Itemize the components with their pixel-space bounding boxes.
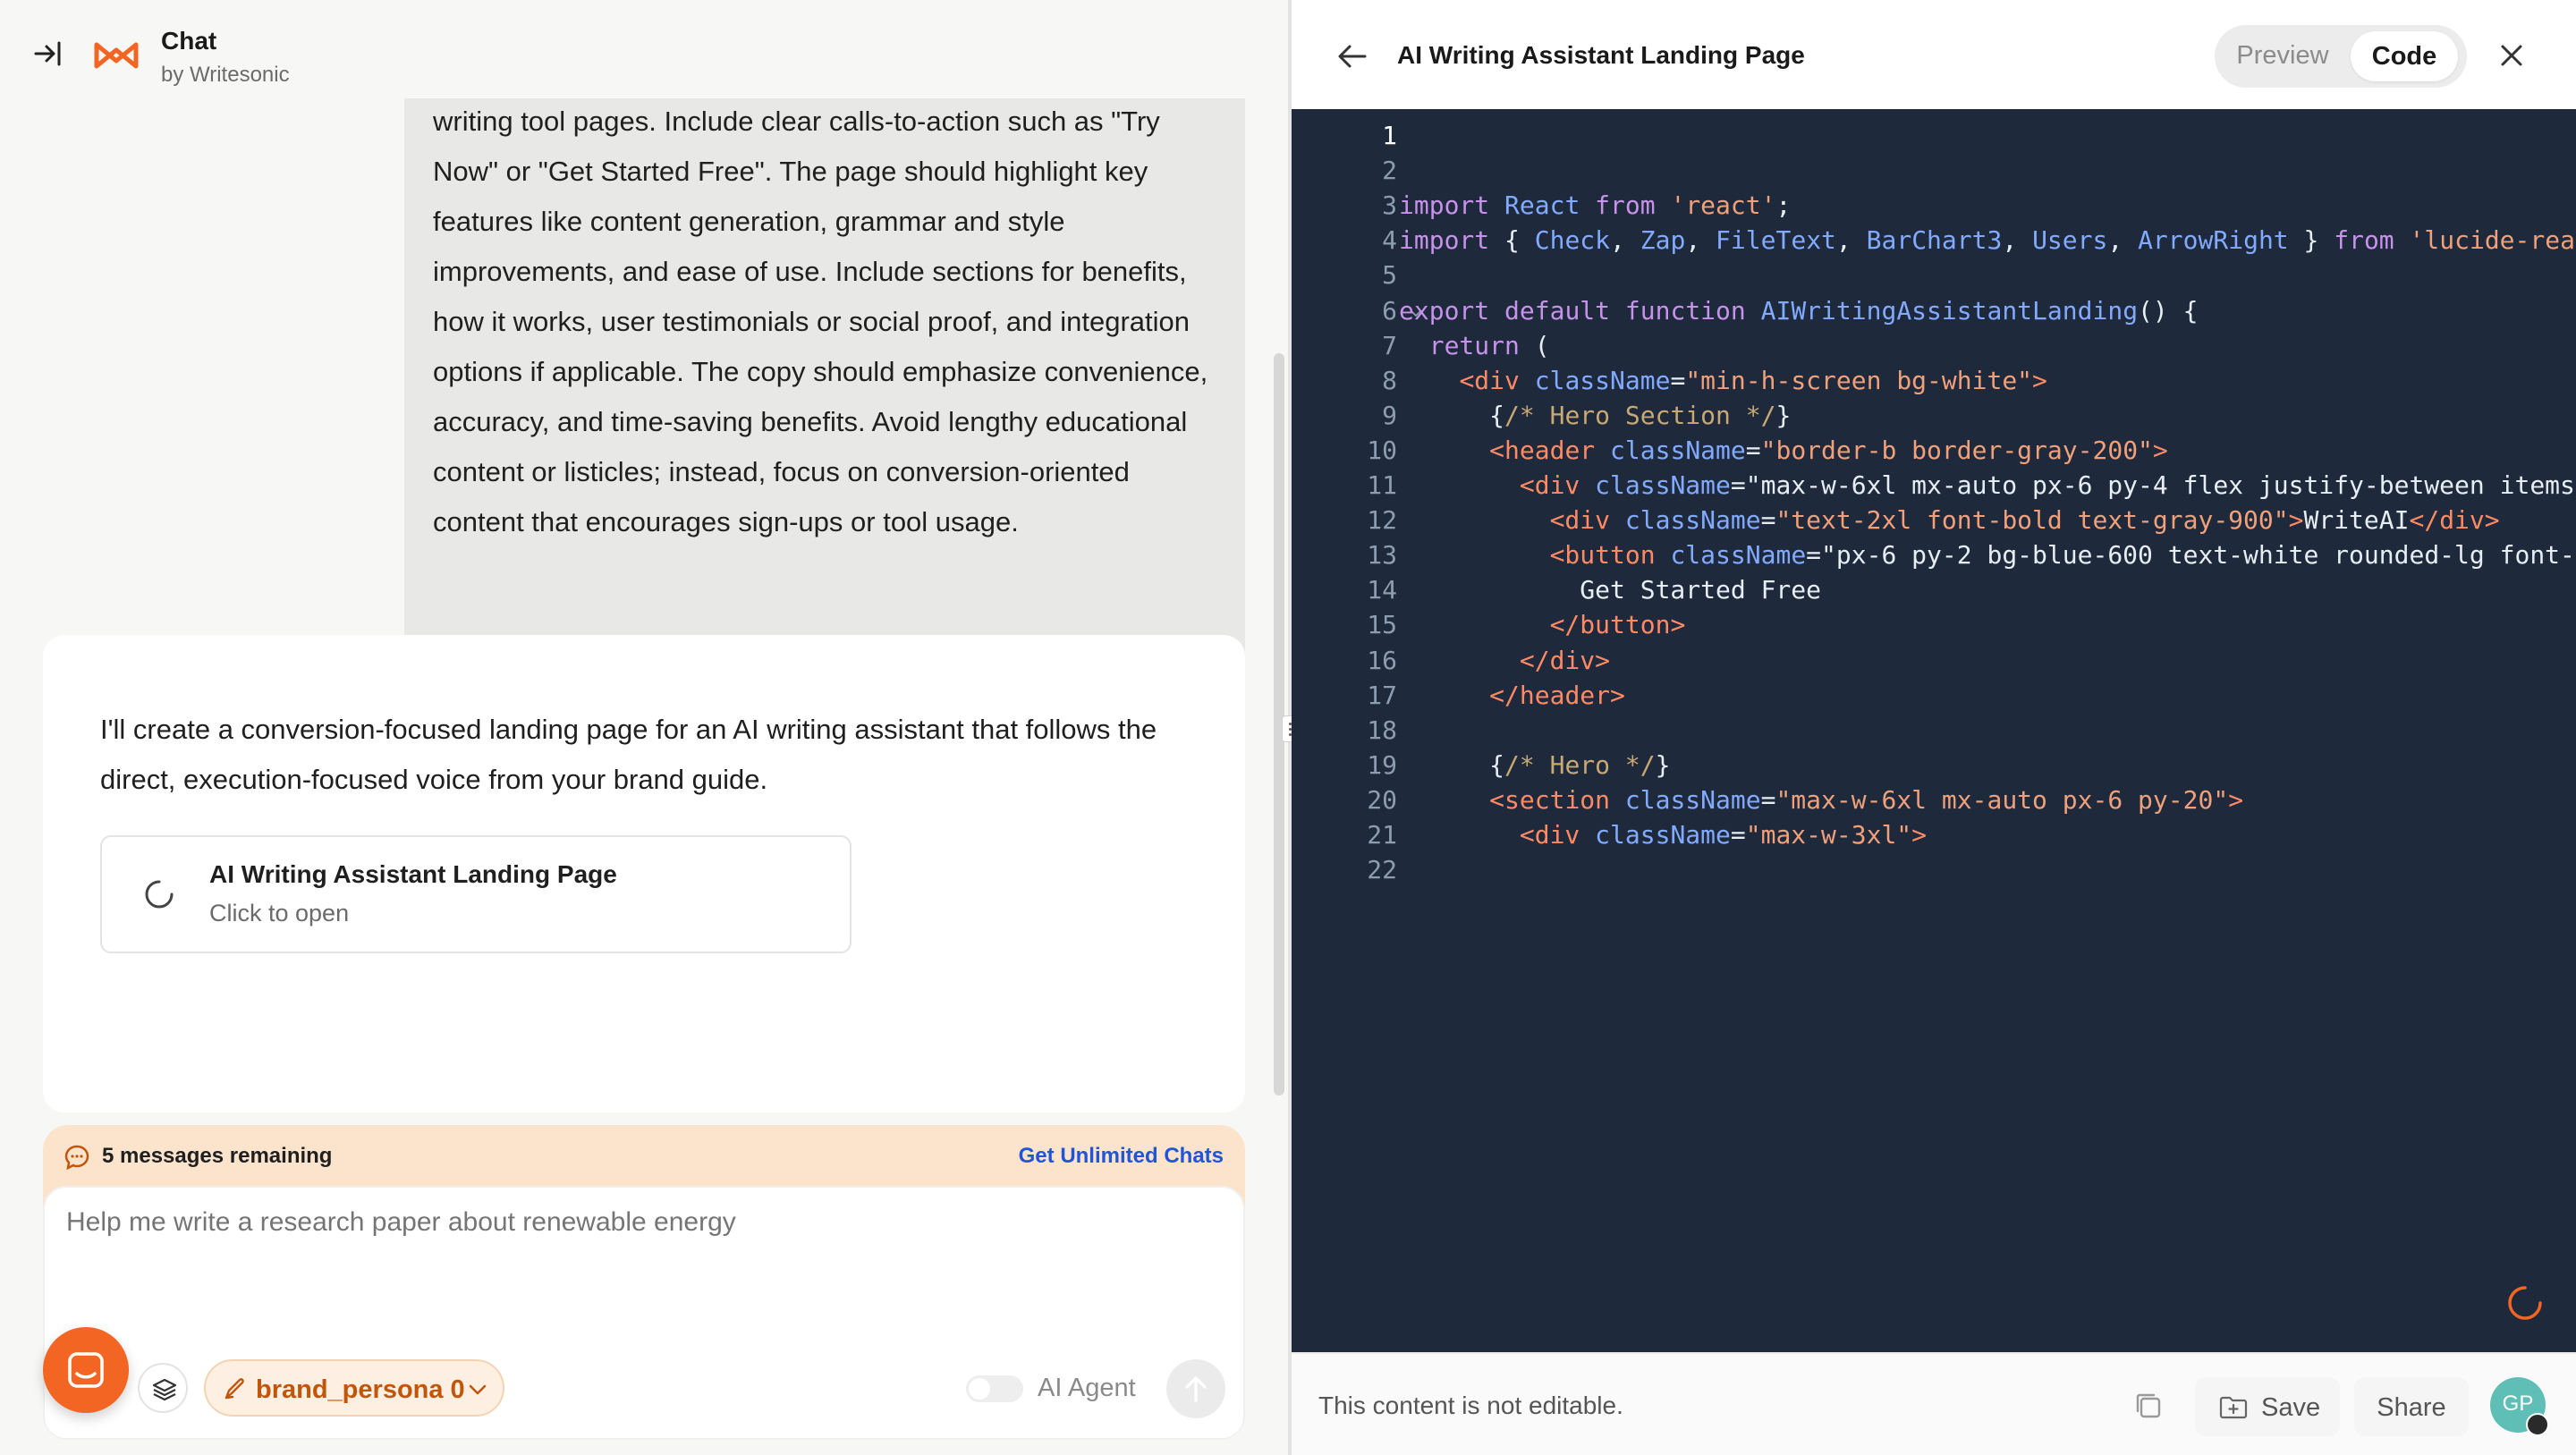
line-number: 21	[1367, 820, 1397, 850]
composer: 5 messages remaining Get Unlimited Chats…	[43, 1125, 1245, 1440]
chat-bubble-icon	[64, 1145, 89, 1171]
line-number-gutter: 1 2 3 4 5 6 7 8 9 10 11 12 13 14 15 16 17 18 19 20 21 22	[1326, 109, 1421, 1352]
tab-code[interactable]: Code	[2351, 31, 2458, 81]
artifact-footer: This content is not editable. Save Share…	[1292, 1352, 2576, 1455]
code-line: <div className="max-w-3xl">	[1519, 820, 1928, 850]
assistant-message-text: I'll create a conversion-focused landing…	[100, 714, 1157, 795]
code-line: import React from 'react';	[1399, 190, 1792, 221]
line-number: 11	[1367, 470, 1397, 500]
artifact-title: AI Writing Assistant Landing Page	[1397, 41, 1805, 69]
code-line: </header>	[1489, 680, 1625, 710]
line-number: 4	[1382, 225, 1397, 256]
ai-agent-label: AI Agent	[1038, 1374, 1136, 1402]
writesonic-logo-icon	[94, 42, 139, 69]
artifact-card[interactable]: AI Writing Assistant Landing Page Click …	[100, 835, 852, 953]
readonly-note: This content is not editable.	[1318, 1392, 1623, 1419]
get-unlimited-chats-link[interactable]: Get Unlimited Chats	[1019, 1144, 1224, 1169]
line-number: 17	[1367, 680, 1397, 710]
save-label: Save	[2261, 1393, 2321, 1422]
arrow-left-icon[interactable]	[1336, 41, 1368, 72]
code-line: {/* Hero */}	[1489, 749, 1671, 780]
user-message-bubble: writing tool pages. Include clear calls-…	[404, 98, 1245, 703]
collapse-sidebar-icon[interactable]	[32, 38, 68, 70]
layers-button[interactable]	[138, 1363, 188, 1413]
user-message-text: writing tool pages. Include clear calls-…	[433, 106, 1208, 537]
tab-preview[interactable]: Preview	[2229, 41, 2336, 71]
message-list[interactable]: writing tool pages. Include clear calls-…	[0, 98, 1288, 1118]
code-line: export default function AIWritingAssista…	[1399, 295, 2199, 326]
line-number: 3	[1382, 190, 1397, 221]
ai-agent-toggle[interactable]	[966, 1375, 1023, 1402]
artifact-header: AI Writing Assistant Landing Page Previe…	[1292, 0, 2576, 109]
line-number: 1	[1382, 121, 1397, 150]
line-number: 7	[1382, 330, 1397, 360]
loading-spinner-icon	[145, 880, 174, 909]
line-number: 18	[1367, 715, 1397, 745]
line-number: 6	[1382, 295, 1397, 326]
artifact-pane: AI Writing Assistant Landing Page Previe…	[1292, 0, 2576, 1455]
line-number: 12	[1367, 505, 1397, 536]
pen-icon	[225, 1378, 244, 1400]
chat-pane: writing tool pages. Include clear calls-…	[0, 0, 1288, 1455]
share-label: Share	[2377, 1393, 2446, 1422]
code-line: <section className="max-w-6xl mx-auto px…	[1489, 784, 2244, 815]
artifact-card-subtitle: Click to open	[209, 900, 350, 926]
line-number: 5	[1382, 260, 1397, 291]
line-number: 9	[1382, 400, 1397, 430]
prompt-input[interactable]	[66, 1207, 1220, 1332]
brand-persona-dropdown[interactable]: brand_persona 0	[204, 1359, 504, 1417]
line-number: 20	[1367, 784, 1397, 815]
close-icon[interactable]	[2497, 41, 2526, 70]
chat-header: Chat by Writesonic	[0, 0, 1288, 98]
line-number: 8	[1382, 365, 1397, 395]
code-line: <div className="max-w-6xl mx-auto px-6 p…	[1519, 470, 2575, 500]
chevron-down-icon	[469, 1384, 487, 1395]
app-subtitle: by Writesonic	[161, 63, 290, 87]
messenger-icon	[68, 1352, 104, 1388]
code-line: Get Started Free	[1399, 575, 1822, 605]
line-number: 22	[1367, 855, 1397, 885]
line-number: 10	[1367, 435, 1397, 465]
share-button[interactable]: Share	[2354, 1377, 2469, 1436]
code-line: return (	[1428, 330, 1550, 360]
avatar-badge	[2526, 1413, 2549, 1436]
messages-remaining-text: 5 messages remaining	[102, 1144, 333, 1168]
assistant-message: I'll create a conversion-focused landing…	[43, 635, 1245, 1112]
code-line: {/* Hero Section */}	[1489, 400, 1792, 430]
code-line: <div className="text-2xl font-bold text-…	[1549, 505, 2500, 536]
layers-icon	[152, 1378, 177, 1401]
view-switch: Preview Code	[2215, 25, 2467, 88]
line-number: 16	[1367, 645, 1397, 675]
save-button[interactable]: Save	[2195, 1377, 2340, 1436]
code-line: <header className="border-b border-gray-…	[1489, 435, 2168, 465]
avatar[interactable]: GP	[2490, 1377, 2549, 1436]
composer-input-box: brand_persona 0 AI Agent	[43, 1186, 1245, 1440]
brand-persona-label: brand_persona 0	[256, 1375, 465, 1404]
app-title: Chat	[161, 27, 217, 55]
line-number: 14	[1367, 575, 1397, 605]
code-line: <div className="min-h-screen bg-white">	[1459, 365, 2047, 395]
copy-icon[interactable]	[2129, 1386, 2168, 1425]
loading-spinner-icon	[2508, 1286, 2542, 1320]
code-line: <button className="px-6 py-2 bg-blue-600…	[1549, 540, 2575, 571]
code-line: </div>	[1519, 645, 1611, 675]
line-number: 13	[1367, 540, 1397, 571]
line-number: 15	[1367, 610, 1397, 640]
arrow-up-icon	[1185, 1376, 1207, 1402]
code-line: </button>	[1549, 610, 1686, 640]
line-number: 2	[1382, 156, 1397, 186]
code-editor[interactable]: 1 2 3 4 5 6 7 8 9 10 11 12 13 14 15 16 17 18 19 20 21 22 impo…	[1292, 109, 2576, 1352]
artifact-card-title: AI Writing Assistant Landing Page	[209, 860, 617, 888]
line-number: 19	[1367, 749, 1397, 780]
code-line: import { Check, Zap, FileText, BarChart3…	[1399, 225, 2575, 256]
help-chat-button[interactable]	[43, 1327, 129, 1413]
quota-bar: 5 messages remaining Get Unlimited Chats	[43, 1125, 1245, 1186]
send-button[interactable]	[1166, 1359, 1225, 1418]
folder-save-icon	[2219, 1396, 2248, 1419]
